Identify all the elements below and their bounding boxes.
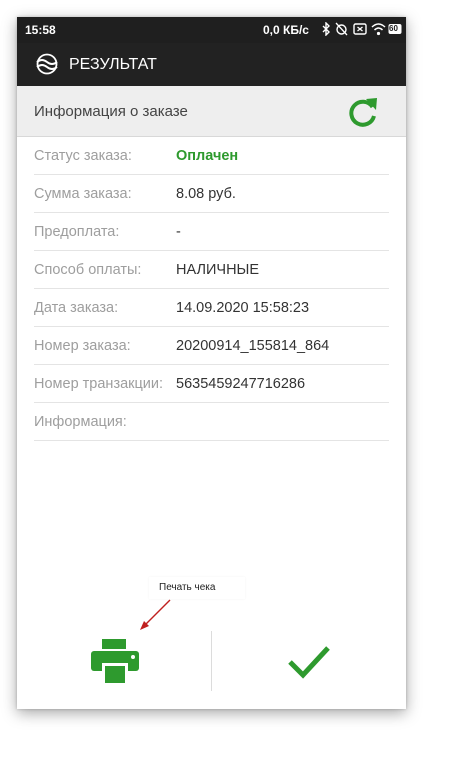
detail-row: Предоплата: -	[34, 213, 389, 251]
phone-screen: 15:58 0,0 КБ/с 60 РЕЗУЛЬТАТ Информация о…	[17, 17, 406, 709]
detail-value: -	[176, 224, 181, 240]
detail-label: Способ оплаты:	[34, 262, 142, 278]
app-title: РЕЗУЛЬТАТ	[69, 56, 157, 73]
detail-row: Дата заказа: 14.09.2020 15:58:23	[34, 289, 389, 327]
detail-label: Информация:	[34, 414, 127, 430]
detail-label: Дата заказа:	[34, 300, 119, 316]
battery-icon: 60	[388, 22, 402, 36]
detail-row: Способ оплаты: НАЛИЧНЫЕ	[34, 251, 389, 289]
detail-row: Номер заказа: 20200914_155814_864	[34, 327, 389, 365]
print-receipt-button[interactable]	[89, 637, 141, 685]
detail-row: Сумма заказа: 8.08 руб.	[34, 175, 389, 213]
order-info-title: Информация о заказе	[34, 103, 188, 120]
refresh-icon[interactable]	[345, 95, 381, 131]
detail-row: Номер транзакции: 5635459247716286	[34, 365, 389, 403]
footer-divider	[211, 631, 212, 691]
detail-value: НАЛИЧНЫЕ	[176, 262, 260, 278]
status-time: 15:58	[25, 23, 56, 37]
confirm-button[interactable]	[285, 641, 333, 683]
alarm-icon	[335, 22, 348, 36]
detail-value: 20200914_155814_864	[176, 338, 330, 354]
battery-level: 60	[389, 24, 398, 33]
detail-row: Информация:	[34, 403, 389, 441]
detail-value: 14.09.2020 15:58:23	[176, 300, 310, 316]
detail-label: Номер транзакции:	[34, 376, 164, 392]
logo-icon	[36, 53, 58, 75]
bluetooth-icon	[322, 22, 330, 36]
annotation-arrow-icon	[140, 599, 171, 630]
order-info-header: Информация о заказе	[17, 86, 406, 137]
app-bar: РЕЗУЛЬТАТ	[17, 43, 406, 86]
detail-row: Статус заказа: Оплачен	[34, 137, 389, 175]
detail-label: Статус заказа:	[34, 148, 132, 164]
wifi-icon	[371, 23, 386, 36]
detail-value: 5635459247716286	[176, 376, 306, 392]
status-bar: 15:58 0,0 КБ/с 60	[17, 17, 406, 43]
detail-label: Номер заказа:	[34, 338, 131, 354]
detail-label: Сумма заказа:	[34, 186, 132, 202]
sim-icon	[353, 23, 367, 35]
detail-value: 8.08 руб.	[176, 186, 236, 202]
detail-value: Оплачен	[176, 148, 239, 164]
print-receipt-annotation: Печать чека	[149, 577, 245, 599]
network-speed: 0,0 КБ/с	[263, 23, 309, 37]
order-details-list: Статус заказа: Оплачен Сумма заказа: 8.08 р…	[34, 137, 389, 441]
detail-label: Предоплата:	[34, 224, 120, 240]
